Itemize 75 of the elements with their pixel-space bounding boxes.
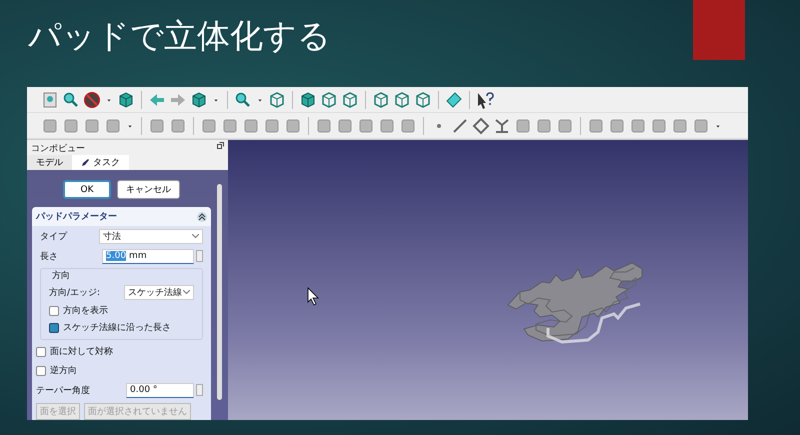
chevron-icon — [183, 290, 190, 294]
wireframe-cube-icon[interactable] — [268, 90, 286, 108]
field-label: 長さ — [40, 250, 58, 262]
checkbox[interactable] — [36, 346, 46, 356]
tool-icon[interactable] — [336, 116, 354, 134]
magnifier-icon[interactable] — [234, 90, 252, 108]
tool-icon[interactable] — [608, 116, 626, 134]
line-icon[interactable] — [451, 116, 469, 134]
field-label: タイプ — [40, 230, 67, 242]
cube-icon[interactable] — [299, 90, 317, 108]
tab[interactable]: モデル — [27, 155, 72, 170]
tool-icon[interactable] — [399, 116, 417, 134]
tool-icon[interactable] — [535, 116, 553, 134]
face-status-field: 面が選択されていません — [84, 403, 191, 420]
checkbox-label: スケッチ法線に沿った長さ — [63, 322, 171, 334]
scrollbar[interactable] — [217, 184, 222, 400]
direction-dropdown[interactable]: スケッチ法線 — [124, 284, 194, 300]
tool-icon[interactable] — [242, 116, 260, 134]
type-dropdown[interactable]: 寸法 — [99, 228, 203, 244]
tool-icon[interactable] — [83, 116, 101, 134]
spin-buttons[interactable] — [196, 250, 203, 262]
wireframe-cube-icon[interactable] — [341, 90, 359, 108]
field-label: テーパー角度 — [36, 384, 90, 396]
wireframe-cube-icon[interactable] — [414, 90, 432, 108]
accent-block — [693, 0, 745, 60]
undock-icon[interactable] — [217, 142, 224, 149]
tool-icon[interactable] — [284, 116, 302, 134]
panel-title: コンポビュー — [31, 142, 85, 153]
tool-icon[interactable] — [148, 116, 166, 134]
wireframe-cube-icon[interactable] — [393, 90, 411, 108]
document-icon[interactable] — [41, 90, 59, 108]
prohibited-icon[interactable] — [83, 90, 101, 108]
checkbox-label: 逆方向 — [50, 364, 77, 377]
pointer-cursor-icon — [308, 287, 319, 306]
chevron-icon — [192, 234, 199, 238]
tool-icon[interactable] — [587, 116, 605, 134]
checkbox[interactable] — [49, 322, 59, 332]
tool-icon[interactable] — [62, 116, 80, 134]
help-cursor-icon[interactable] — [476, 90, 494, 108]
tool-icon[interactable] — [357, 116, 375, 134]
spin-buttons[interactable] — [196, 384, 203, 396]
cube-icon[interactable] — [117, 90, 135, 108]
tool-icon[interactable] — [629, 116, 647, 134]
cancel-button[interactable]: キャンセル — [117, 180, 180, 199]
checkbox-label: 面に対して対称 — [50, 346, 113, 358]
taper-angle-field[interactable]: 0.00 ° — [126, 382, 194, 398]
tool-icon[interactable] — [263, 116, 281, 134]
tool-icon[interactable] — [315, 116, 333, 134]
collapse-icon[interactable] — [197, 212, 207, 222]
checkbox[interactable] — [49, 306, 59, 316]
tab[interactable]: タスク — [72, 155, 129, 170]
wireframe-cube-icon[interactable] — [372, 90, 390, 108]
tool-icon[interactable] — [556, 116, 574, 134]
ok-button[interactable]: OK — [63, 180, 111, 199]
tool-icon[interactable] — [200, 116, 218, 134]
cube-icon[interactable] — [190, 90, 208, 108]
checkbox-label: 方向を表示 — [63, 304, 108, 317]
tool-icon[interactable] — [221, 116, 239, 134]
tool-icon[interactable] — [650, 116, 668, 134]
tool-icon[interactable] — [169, 116, 187, 134]
tool-icon[interactable] — [514, 116, 532, 134]
slide-title: パッドで立体化する — [28, 15, 331, 57]
tool-icon[interactable] — [378, 116, 396, 134]
magnifier-icon[interactable] — [62, 90, 80, 108]
diamond-icon[interactable] — [472, 116, 490, 134]
checkbox[interactable] — [36, 366, 46, 376]
field-label: 方向/エッジ: — [49, 286, 100, 298]
pencil-icon — [81, 158, 90, 167]
wireframe-cube-icon[interactable] — [320, 90, 338, 108]
axes-icon[interactable] — [493, 116, 511, 134]
ruler-icon[interactable] — [445, 90, 463, 108]
tool-icon[interactable] — [671, 116, 689, 134]
length-field[interactable]: 5.00 mm — [102, 248, 194, 264]
section-title: パッドパラメーター — [36, 211, 117, 223]
tool-icon[interactable] — [41, 116, 59, 134]
